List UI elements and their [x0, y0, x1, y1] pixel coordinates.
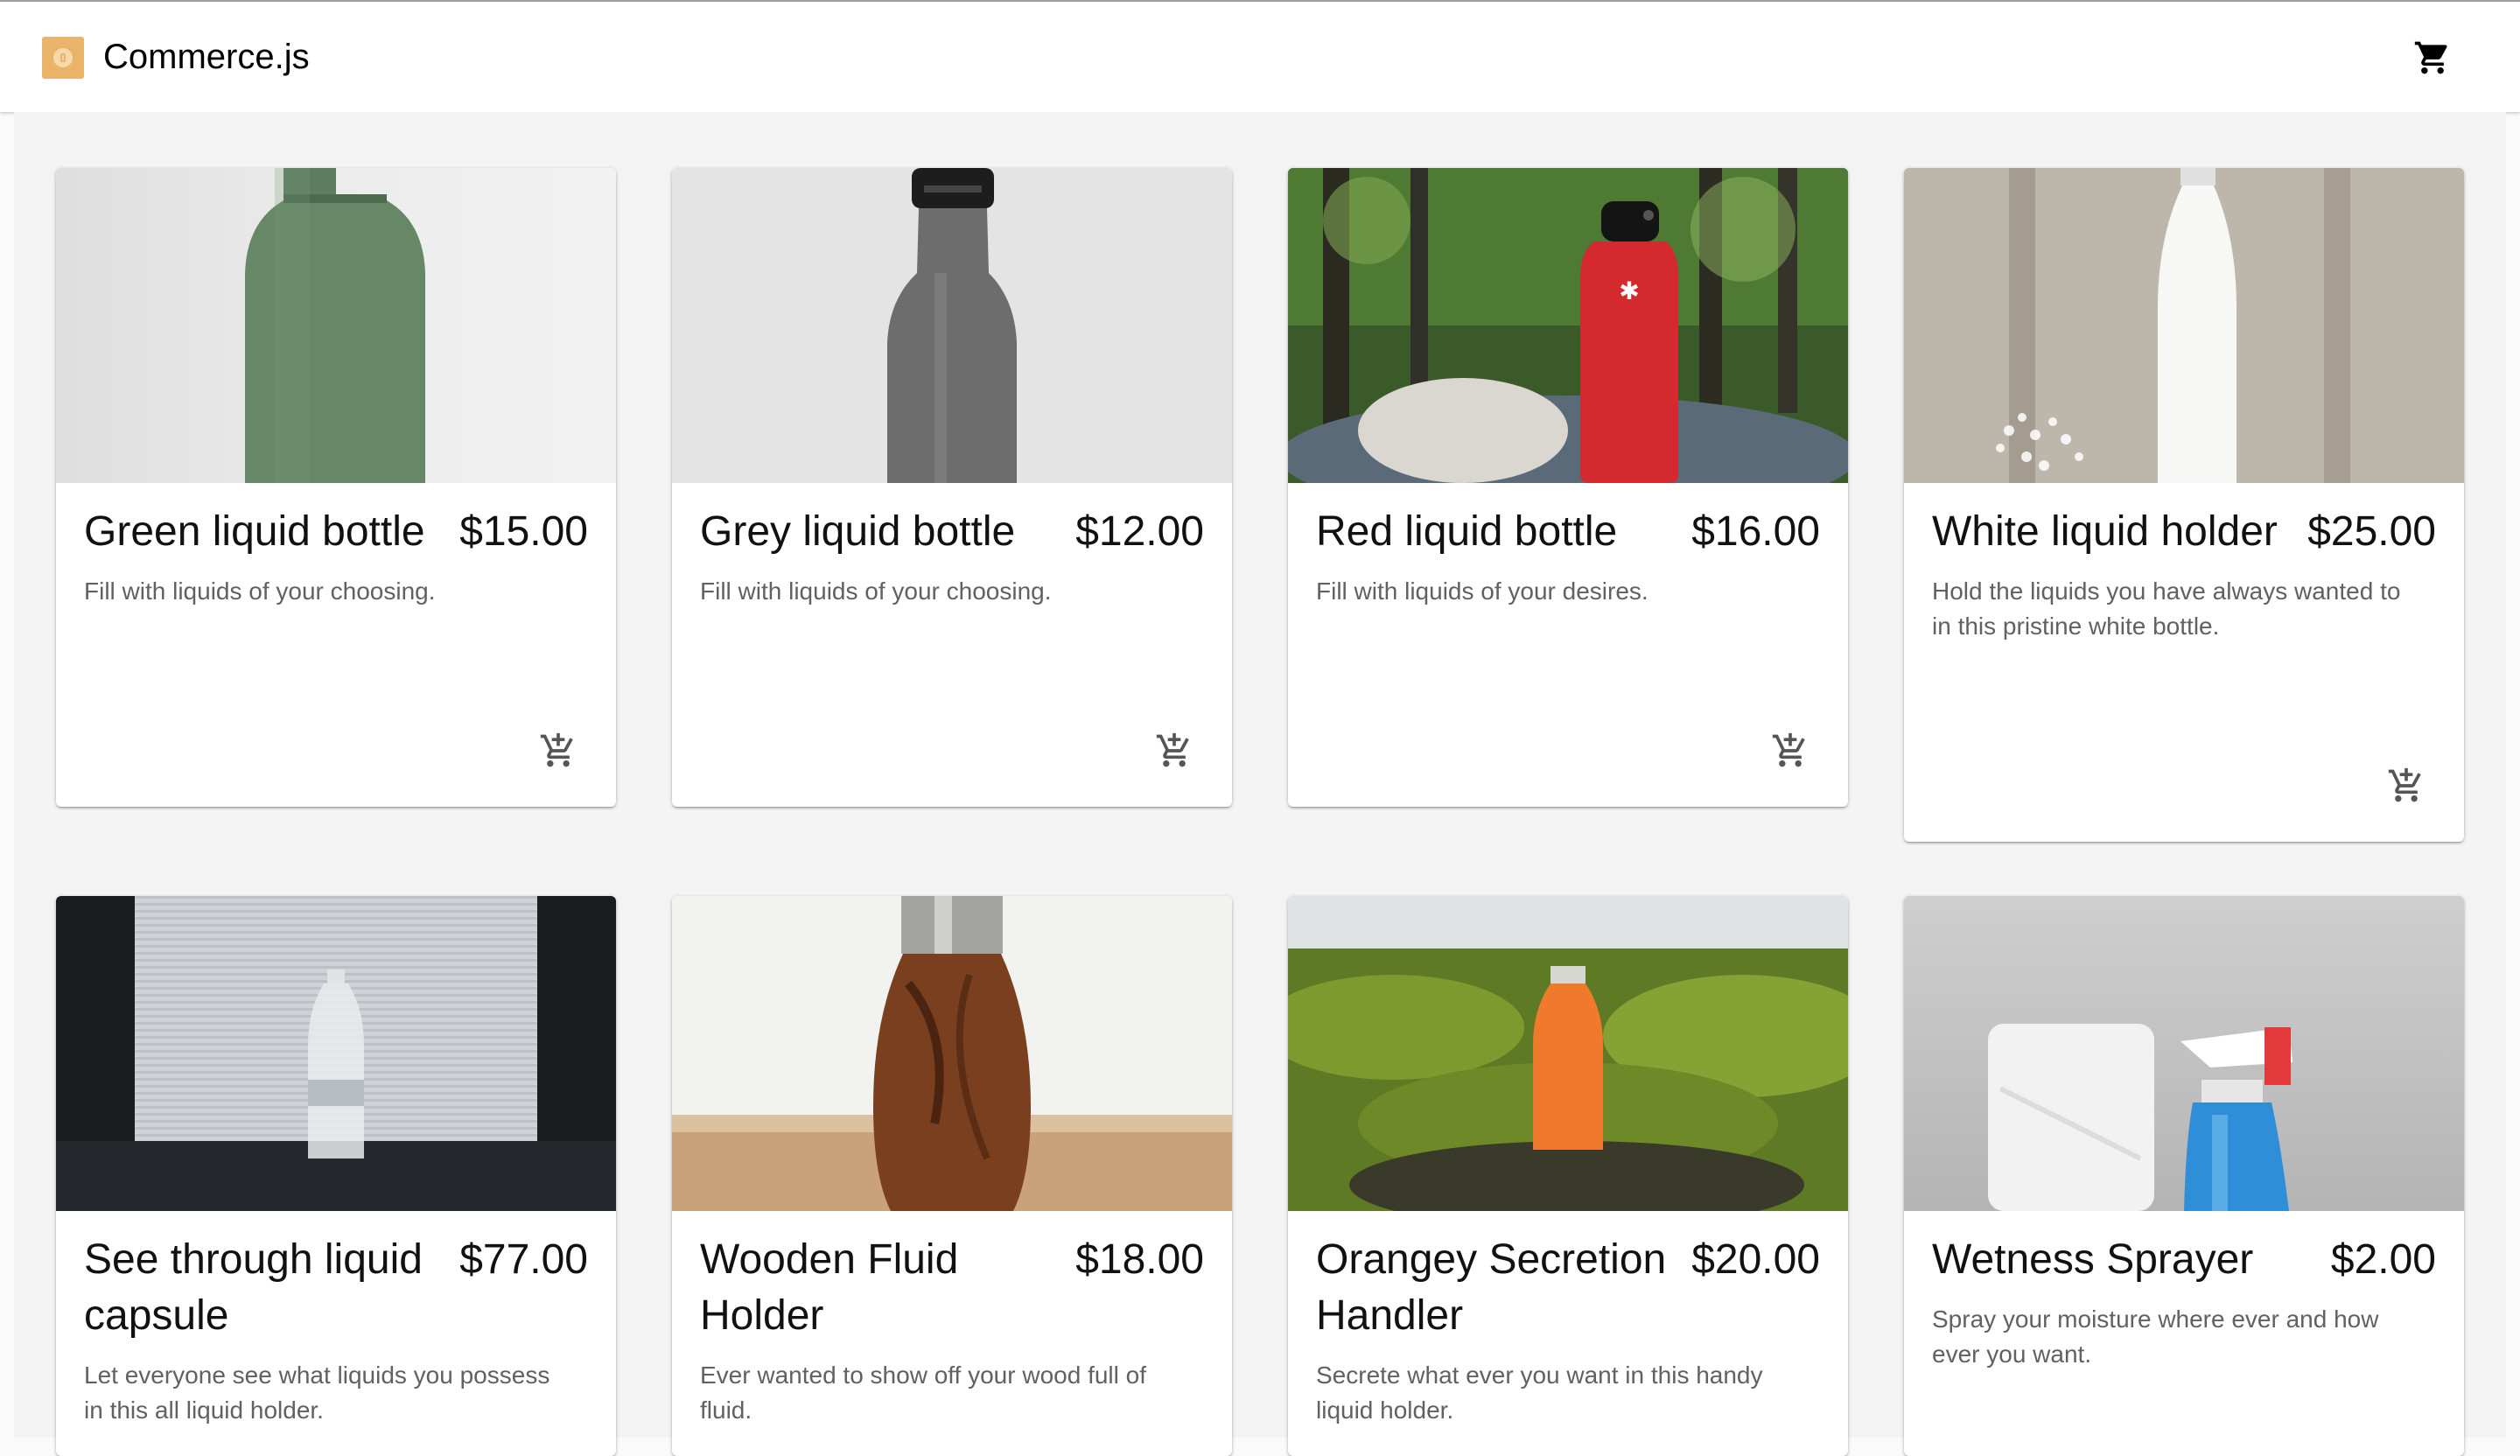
product-image — [1904, 168, 2464, 483]
product-image — [56, 168, 616, 483]
product-image: ✱ — [1288, 168, 1848, 483]
product-price: $25.00 — [2307, 508, 2436, 555]
cart-button[interactable] — [2406, 32, 2459, 84]
product-name: Wooden Fluid Holder — [700, 1236, 959, 1339]
product-price: $2.00 — [2330, 1236, 2436, 1283]
add-to-cart-button[interactable] — [1762, 723, 1818, 779]
product-name: See through liquid capsule — [84, 1236, 423, 1339]
product-image — [672, 896, 1232, 1211]
add-to-cart-button[interactable] — [2378, 758, 2434, 814]
product-name: Grey liquid bottle — [700, 508, 1016, 555]
product-card: Green liquid bottle $15.00 Fill with liq… — [56, 168, 616, 807]
product-image — [56, 896, 616, 1211]
product-card: Wooden Fluid Holder $18.00 Ever wanted t… — [672, 896, 1232, 1456]
product-price: $20.00 — [1691, 1236, 1820, 1283]
add-to-cart-button[interactable] — [530, 723, 586, 779]
product-description: Fill with liquids of your desires. — [1316, 578, 1648, 605]
add-shopping-cart-icon — [2388, 767, 2421, 802]
product-card: Grey liquid bottle $12.00 Fill with liqu… — [672, 168, 1232, 807]
app-title[interactable]: Commerce.js — [103, 35, 310, 79]
product-card: White liquid holder $25.00 Hold the liqu… — [1904, 168, 2464, 842]
product-name: White liquid holder — [1932, 508, 2278, 555]
product-description: Secrete what ever you want in this handy… — [1316, 1362, 1763, 1424]
add-shopping-cart-icon — [1772, 732, 1805, 767]
add-to-cart-button[interactable] — [1146, 723, 1202, 779]
product-description: Ever wanted to show off your wood full o… — [700, 1362, 1146, 1424]
product-description: Hold the liquids you have always wanted … — [1932, 578, 2401, 640]
product-card: See through liquid capsule $77.00 Let ev… — [56, 896, 616, 1456]
svg-text:✱: ✱ — [1619, 276, 1639, 305]
product-name: Green liquid bottle — [84, 508, 425, 555]
product-price: $15.00 — [459, 508, 588, 555]
product-card: Wetness Sprayer $2.00 Spray your moistur… — [1904, 896, 2464, 1456]
product-card: Orangey Secretion Handler $20.00 Secrete… — [1288, 896, 1848, 1456]
product-grid: Green liquid bottle $15.00 Fill with liq… — [14, 112, 2506, 1456]
product-name: Wetness Sprayer — [1932, 1236, 2254, 1283]
product-price: $12.00 — [1075, 508, 1204, 555]
product-image — [1904, 896, 2464, 1211]
shopping-cart-icon — [2414, 41, 2447, 74]
product-description: Fill with liquids of your choosing. — [84, 578, 436, 605]
product-description: Let everyone see what liquids you posses… — [84, 1362, 550, 1424]
product-price: $77.00 — [459, 1236, 588, 1283]
product-price: $16.00 — [1691, 508, 1820, 555]
product-name: Orangey Secretion Handler — [1316, 1236, 1667, 1339]
product-description: Fill with liquids of your choosing. — [700, 578, 1052, 605]
add-shopping-cart-icon — [540, 732, 573, 767]
product-description: Spray your moisture where ever and how e… — [1932, 1306, 2379, 1368]
product-image — [1288, 896, 1848, 1211]
product-image — [672, 168, 1232, 483]
product-price: $18.00 — [1075, 1236, 1204, 1283]
app-bar: Commerce.js — [0, 0, 2520, 112]
product-card: ✱ Red liquid bottle $16.00 Fill with liq… — [1288, 168, 1848, 807]
add-shopping-cart-icon — [1156, 732, 1189, 767]
product-name: Red liquid bottle — [1316, 508, 1618, 555]
commerce-logo-icon[interactable] — [42, 37, 84, 79]
